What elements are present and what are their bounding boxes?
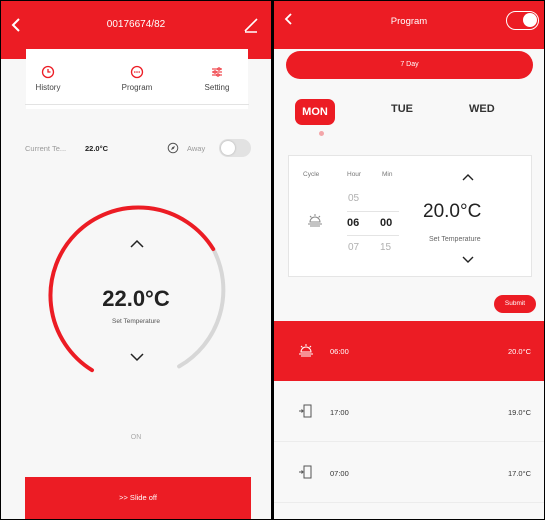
slide-off-button[interactable]: >> Slide off <box>25 477 251 519</box>
schedule-time: 06:00 <box>330 347 349 356</box>
tab-bar: History Program Setting <box>1 65 271 101</box>
hour-selected[interactable]: 06 <box>347 217 359 229</box>
current-temp-label: Current Te... <box>25 144 67 153</box>
cycle-header: Cycle <box>303 171 320 178</box>
chevron-down-icon[interactable] <box>461 255 475 264</box>
tab-label: Program <box>121 83 153 92</box>
page-title: Program <box>390 16 428 27</box>
program-screen: Program 7 Day MON TUE WED Cycle Hour Min… <box>274 1 544 519</box>
thermostat-screen: 00176674/82 History Program Setting Curr… <box>1 1 271 519</box>
hour-option[interactable]: 05 <box>348 193 359 204</box>
dots-circle-icon <box>130 65 144 79</box>
time-temp-picker: Cycle Hour Min 05 06 00 07 15 20.0°C Set… <box>288 155 532 277</box>
door-exit-icon <box>299 465 312 479</box>
day-tab-wed[interactable]: WED <box>469 103 495 115</box>
picker-line <box>347 235 399 236</box>
away-label: Away <box>187 144 206 153</box>
sun-icon[interactable] <box>307 212 323 228</box>
set-temperature-label: Set Temperature <box>429 236 481 243</box>
day-indicator <box>319 131 324 136</box>
minute-option[interactable]: 15 <box>380 242 391 253</box>
set-temperature-label: Set Temperature <box>112 318 160 325</box>
program-toggle[interactable] <box>506 11 539 30</box>
schedule-temp: 19.0°C <box>507 408 531 417</box>
current-temp-value: 22.0°C <box>85 144 109 153</box>
tab-label: Setting <box>204 83 230 92</box>
schedule-temp: 17.0°C <box>507 469 531 478</box>
day-tab-tue[interactable]: TUE <box>391 103 413 115</box>
schedule-time: 07:00 <box>330 469 349 478</box>
divider <box>25 104 249 105</box>
hour-header: Hour <box>347 171 362 178</box>
schedule-row[interactable]: 17:00 19.0°C <box>274 382 544 442</box>
picker-line <box>347 211 399 212</box>
schedule-temp: 20.0°C <box>507 347 531 356</box>
submit-button[interactable]: Submit <box>494 295 536 313</box>
day-tab-mon[interactable]: MON <box>295 99 335 125</box>
sun-icon <box>299 344 313 357</box>
toggle-knob <box>221 141 235 155</box>
minute-selected[interactable]: 00 <box>380 217 392 229</box>
compass-icon <box>167 142 179 154</box>
clock-icon <box>41 65 55 79</box>
tab-program[interactable]: Program <box>102 65 172 92</box>
sliders-icon <box>212 67 222 77</box>
device-title: 00176674/82 <box>106 19 166 30</box>
tab-history[interactable]: History <box>13 65 83 92</box>
schedule-row[interactable]: 07:00 17.0°C <box>274 443 544 503</box>
chevron-down-icon[interactable] <box>129 352 145 362</box>
door-exit-icon <box>299 404 312 418</box>
tab-label: History <box>35 83 61 92</box>
chevron-up-icon[interactable] <box>129 239 145 249</box>
header-band <box>274 39 544 49</box>
pencil-icon[interactable] <box>241 15 261 35</box>
hour-option[interactable]: 07 <box>348 242 359 253</box>
tab-setting[interactable]: Setting <box>182 65 252 92</box>
set-temperature-value: 20.0°C <box>423 201 482 222</box>
toggle-knob <box>523 13 537 27</box>
set-temperature-value: 22.0°C <box>102 286 170 311</box>
header-bar: Program <box>274 1 544 39</box>
current-temp-row: Current Te... 22.0°C Away <box>25 139 251 159</box>
min-header: Min <box>382 171 393 178</box>
schedule-row[interactable]: 06:00 20.0°C <box>274 321 544 381</box>
chevron-up-icon[interactable] <box>461 173 475 182</box>
power-status: ON <box>130 434 142 441</box>
mode-selector[interactable]: 7 Day <box>286 51 533 79</box>
schedule-time: 17:00 <box>330 408 349 417</box>
away-toggle[interactable] <box>219 139 251 157</box>
